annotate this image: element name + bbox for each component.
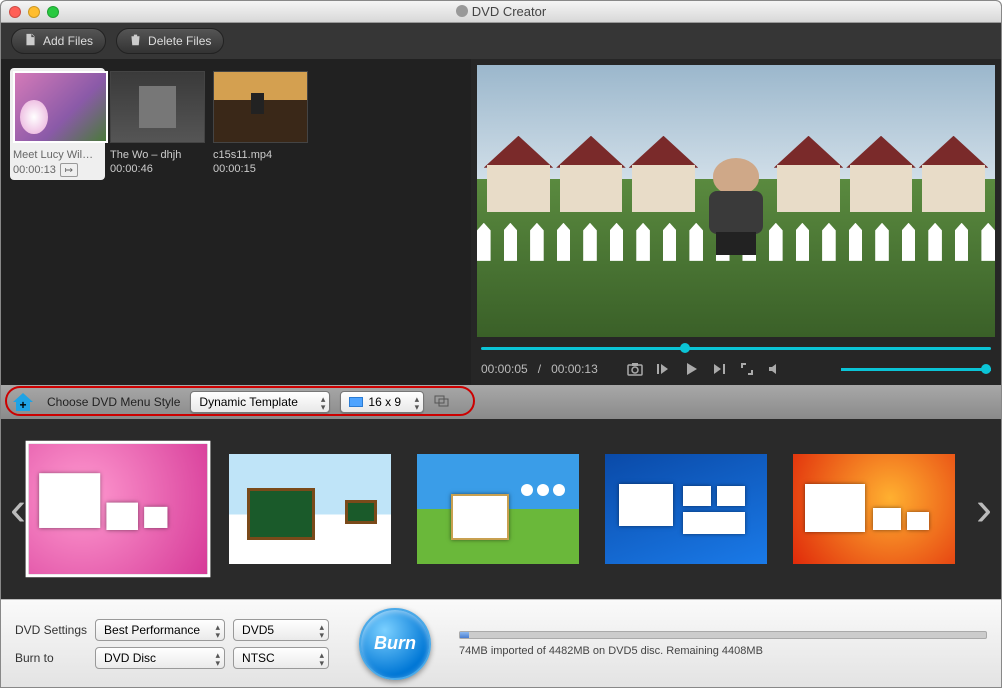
dvd-settings-label: DVD Settings bbox=[15, 623, 87, 637]
template-type-select[interactable]: Dynamic Template ▴▾ bbox=[190, 391, 330, 413]
mute-icon[interactable] bbox=[766, 360, 784, 378]
prev-frame-icon[interactable] bbox=[654, 360, 672, 378]
file-title: Meet Lucy Wil… bbox=[13, 149, 108, 161]
burn-button[interactable]: Burn bbox=[359, 608, 431, 680]
add-files-icon bbox=[24, 33, 37, 49]
burn-target-select[interactable]: DVD Disc▴▾ bbox=[95, 647, 225, 669]
toolbar: Add Files Delete Files bbox=[1, 23, 1001, 59]
play-icon[interactable] bbox=[682, 360, 700, 378]
template-item[interactable] bbox=[29, 444, 208, 574]
seek-slider[interactable] bbox=[481, 341, 991, 355]
delete-files-button[interactable]: Delete Files bbox=[116, 28, 224, 54]
file-duration: 00:00:15 bbox=[213, 163, 256, 175]
file-item[interactable]: Meet Lucy Wil… 00:00:13 ↦ bbox=[10, 68, 105, 180]
trash-icon bbox=[129, 33, 142, 49]
volume-slider[interactable] bbox=[841, 362, 991, 376]
file-duration: 00:00:13 bbox=[13, 164, 56, 176]
app-title: DVD Creator bbox=[472, 4, 546, 19]
fullscreen-icon[interactable] bbox=[738, 360, 756, 378]
monitor-icon bbox=[349, 397, 363, 407]
home-menu-button[interactable]: + bbox=[9, 388, 37, 416]
time-current: 00:00:05 bbox=[481, 362, 528, 376]
titlebar: DVD Creator bbox=[1, 1, 1001, 23]
tv-standard-select[interactable]: NTSC▴▾ bbox=[233, 647, 329, 669]
app-logo-icon bbox=[456, 5, 468, 17]
bottom-bar: DVD Settings Best Performance▴▾ DVD5▴▾ B… bbox=[1, 599, 1001, 687]
burn-status: 74MB imported of 4482MB on DVD5 disc. Re… bbox=[459, 631, 987, 657]
templates-next[interactable]: › bbox=[969, 419, 999, 599]
snapshot-icon[interactable] bbox=[626, 360, 644, 378]
chevron-updown-icon: ▴▾ bbox=[321, 395, 326, 411]
template-item[interactable] bbox=[417, 454, 579, 564]
template-item[interactable] bbox=[229, 454, 391, 564]
performance-select[interactable]: Best Performance▴▾ bbox=[95, 619, 225, 641]
chevron-updown-icon: ▴▾ bbox=[216, 623, 221, 639]
preview-screen[interactable] bbox=[477, 65, 995, 337]
file-item[interactable]: The Wo – dhjh 00:00:46 bbox=[110, 71, 205, 175]
chevron-updown-icon: ▴▾ bbox=[320, 623, 325, 639]
next-frame-icon[interactable] bbox=[710, 360, 728, 378]
burn-progress-bar bbox=[459, 631, 987, 639]
burn-to-label: Burn to bbox=[15, 651, 87, 665]
file-duration: 00:00:46 bbox=[110, 163, 153, 175]
file-title: c15s11.mp4 bbox=[213, 149, 308, 161]
file-list: Meet Lucy Wil… 00:00:13 ↦ The Wo – dhjh 0… bbox=[1, 59, 471, 385]
chevron-updown-icon: ▴▾ bbox=[216, 651, 221, 667]
add-files-button[interactable]: Add Files bbox=[11, 28, 106, 54]
template-item[interactable] bbox=[605, 454, 767, 564]
template-strip: ‹ › bbox=[1, 419, 1001, 599]
file-item[interactable]: c15s11.mp4 00:00:15 bbox=[213, 71, 308, 175]
time-total: 00:00:13 bbox=[551, 362, 598, 376]
disc-type-select[interactable]: DVD5▴▾ bbox=[233, 619, 329, 641]
expand-templates-icon[interactable] bbox=[434, 393, 452, 411]
preview-pane: 00:00:05/00:00:13 bbox=[471, 59, 1001, 385]
chevron-updown-icon: ▴▾ bbox=[415, 395, 420, 411]
menu-style-bar: + Choose DVD Menu Style Dynamic Template… bbox=[1, 385, 1001, 419]
aspect-ratio-select[interactable]: 16 x 9 ▴▾ bbox=[340, 391, 424, 413]
template-item[interactable] bbox=[793, 454, 955, 564]
file-export-icon[interactable]: ↦ bbox=[60, 163, 78, 177]
chevron-updown-icon: ▴▾ bbox=[320, 651, 325, 667]
file-title: The Wo – dhjh bbox=[110, 149, 205, 161]
app-window: DVD Creator Add Files Delete Files Meet … bbox=[0, 0, 1002, 688]
menu-style-label: Choose DVD Menu Style bbox=[47, 395, 180, 409]
burn-status-text: 74MB imported of 4482MB on DVD5 disc. Re… bbox=[459, 645, 987, 657]
